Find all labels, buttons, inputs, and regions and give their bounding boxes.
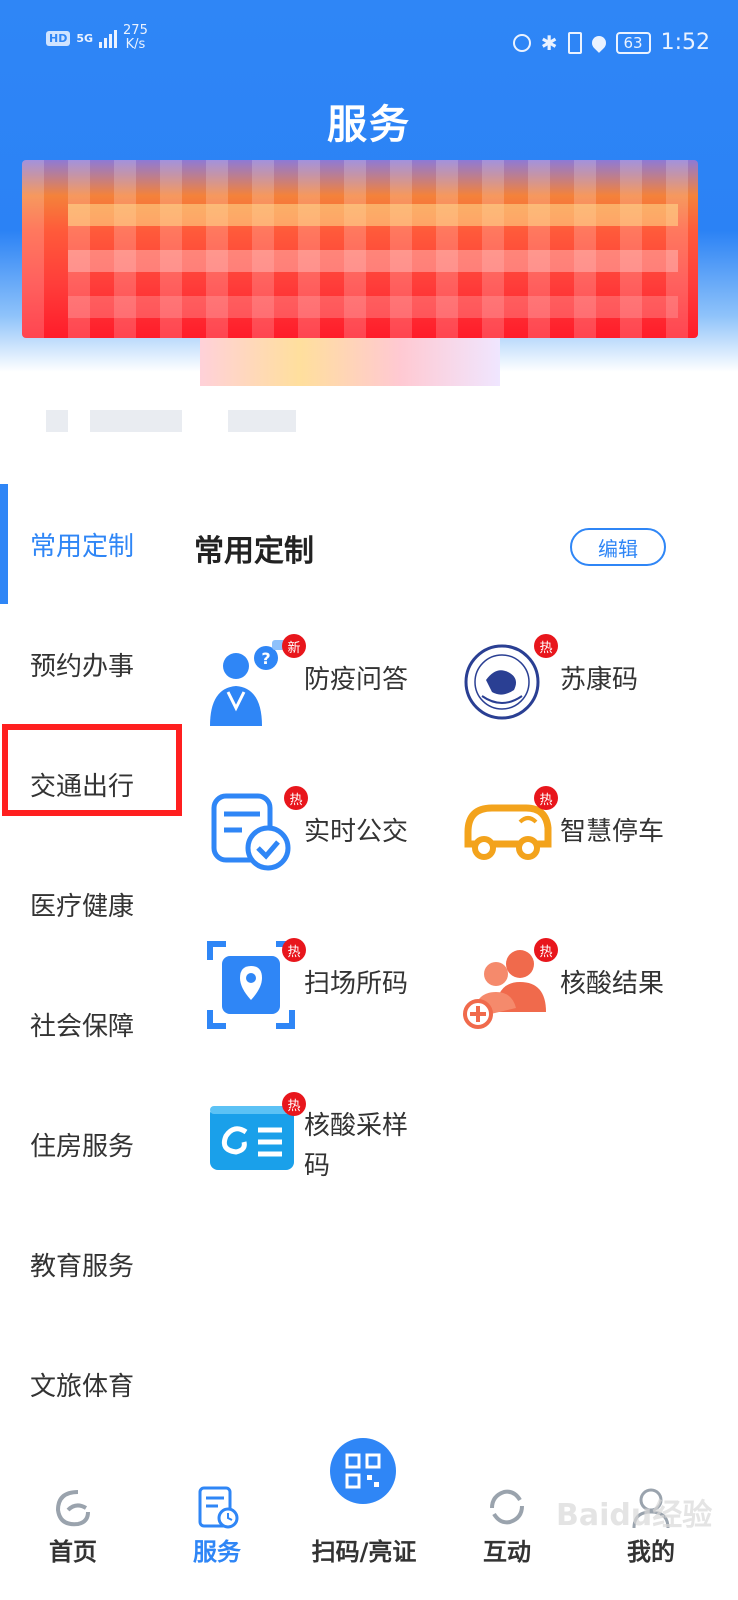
sidebar-item-housing[interactable]: 住房服务 — [0, 1084, 180, 1204]
tab-label: 服务 — [193, 1538, 241, 1566]
scan-code-button[interactable] — [330, 1438, 396, 1504]
sidebar-item-education[interactable]: 教育服务 — [0, 1204, 180, 1324]
clock: 1:52 — [660, 30, 710, 55]
category-sidebar: 常用定制 预约办事 交通出行 医疗健康 社会保障 住房服务 教育服务 文旅体育 — [0, 484, 180, 1444]
hot-badge: 热 — [534, 938, 558, 962]
service-tile-health-code[interactable]: 热 苏康码 — [462, 634, 722, 746]
user-info-blurred — [228, 410, 296, 432]
service-tile-scan-venue-code[interactable]: 热 扫场所码 — [206, 938, 466, 1050]
svg-text:?: ? — [261, 649, 270, 668]
sidebar-item-appointment[interactable]: 预约办事 — [0, 604, 180, 724]
hot-badge: 热 — [534, 634, 558, 658]
service-label: 防疫问答 — [304, 665, 409, 695]
service-tile-epidemic-qa[interactable]: ? 新 防疫问答 — [206, 634, 466, 746]
qr-code-icon — [345, 1453, 381, 1489]
tab-service[interactable]: 服务 — [162, 1460, 272, 1600]
user-info-blurred — [90, 410, 182, 432]
service-doc-icon — [198, 1486, 239, 1529]
tab-label: 首页 — [49, 1538, 97, 1566]
network-speed: 275 K/s — [123, 24, 148, 52]
speed-value: 275 — [123, 23, 148, 38]
service-label: 实时公交 — [304, 817, 409, 847]
bluetooth-icon: ✱ — [540, 30, 558, 55]
hd-indicator: HD — [46, 30, 71, 46]
user-info-blurred — [46, 410, 68, 432]
status-bar: HD 5G 275 K/s ✱ 63 1:52 — [46, 24, 710, 64]
speed-unit: K/s — [125, 37, 146, 52]
sidebar-item-culture-sports[interactable]: 文旅体育 — [0, 1324, 180, 1444]
vibrate-icon — [567, 31, 582, 54]
tab-label: 互动 — [483, 1538, 531, 1566]
battery-indicator: 63 — [615, 31, 651, 54]
service-tile-realtime-bus[interactable]: 热 实时公交 — [206, 786, 466, 898]
highlight-box — [2, 724, 182, 816]
tab-label: 扫码/亮证 — [311, 1538, 417, 1566]
sidebar-item-common[interactable]: 常用定制 — [0, 484, 180, 604]
hot-badge: 热 — [282, 1092, 306, 1116]
hot-badge: 热 — [534, 786, 558, 810]
tab-home[interactable]: 首页 — [18, 1460, 128, 1600]
service-label: 核酸结果 — [560, 969, 665, 999]
location-icon — [588, 32, 609, 53]
page-title: 服务 — [327, 102, 411, 148]
banner-caption-blurred — [200, 338, 500, 386]
sidebar-item-social-security[interactable]: 社会保障 — [0, 964, 180, 1084]
edit-button[interactable]: 编辑 — [570, 528, 666, 566]
service-tile-sampling-code[interactable]: 热 核酸采样码 — [206, 1092, 466, 1222]
service-tile-smart-parking[interactable]: 热 智慧停车 — [462, 786, 722, 898]
watermark: Baidu经验 — [556, 1498, 713, 1533]
service-label: 智慧停车 — [560, 817, 665, 847]
service-label: 核酸采样码 — [304, 1111, 409, 1181]
service-label: 苏康码 — [560, 665, 639, 695]
bus-check-icon — [211, 793, 291, 871]
hot-badge: 热 — [282, 938, 306, 962]
hot-badge: 热 — [284, 786, 308, 810]
home-logo-icon — [55, 1490, 90, 1527]
section-title: 常用定制 — [194, 534, 314, 569]
signal-icon — [99, 28, 118, 48]
new-badge: 新 — [282, 634, 306, 658]
refresh-icon — [490, 1489, 524, 1525]
network-type: 5G — [76, 31, 94, 45]
service-tile-nucleic-result[interactable]: 热 核酸结果 — [462, 938, 722, 1050]
tab-interaction[interactable]: 互动 — [452, 1460, 562, 1600]
banner-image[interactable] — [22, 160, 698, 338]
service-label: 扫场所码 — [304, 969, 409, 999]
alarm-icon — [512, 33, 531, 52]
sidebar-item-medical[interactable]: 医疗健康 — [0, 844, 180, 964]
